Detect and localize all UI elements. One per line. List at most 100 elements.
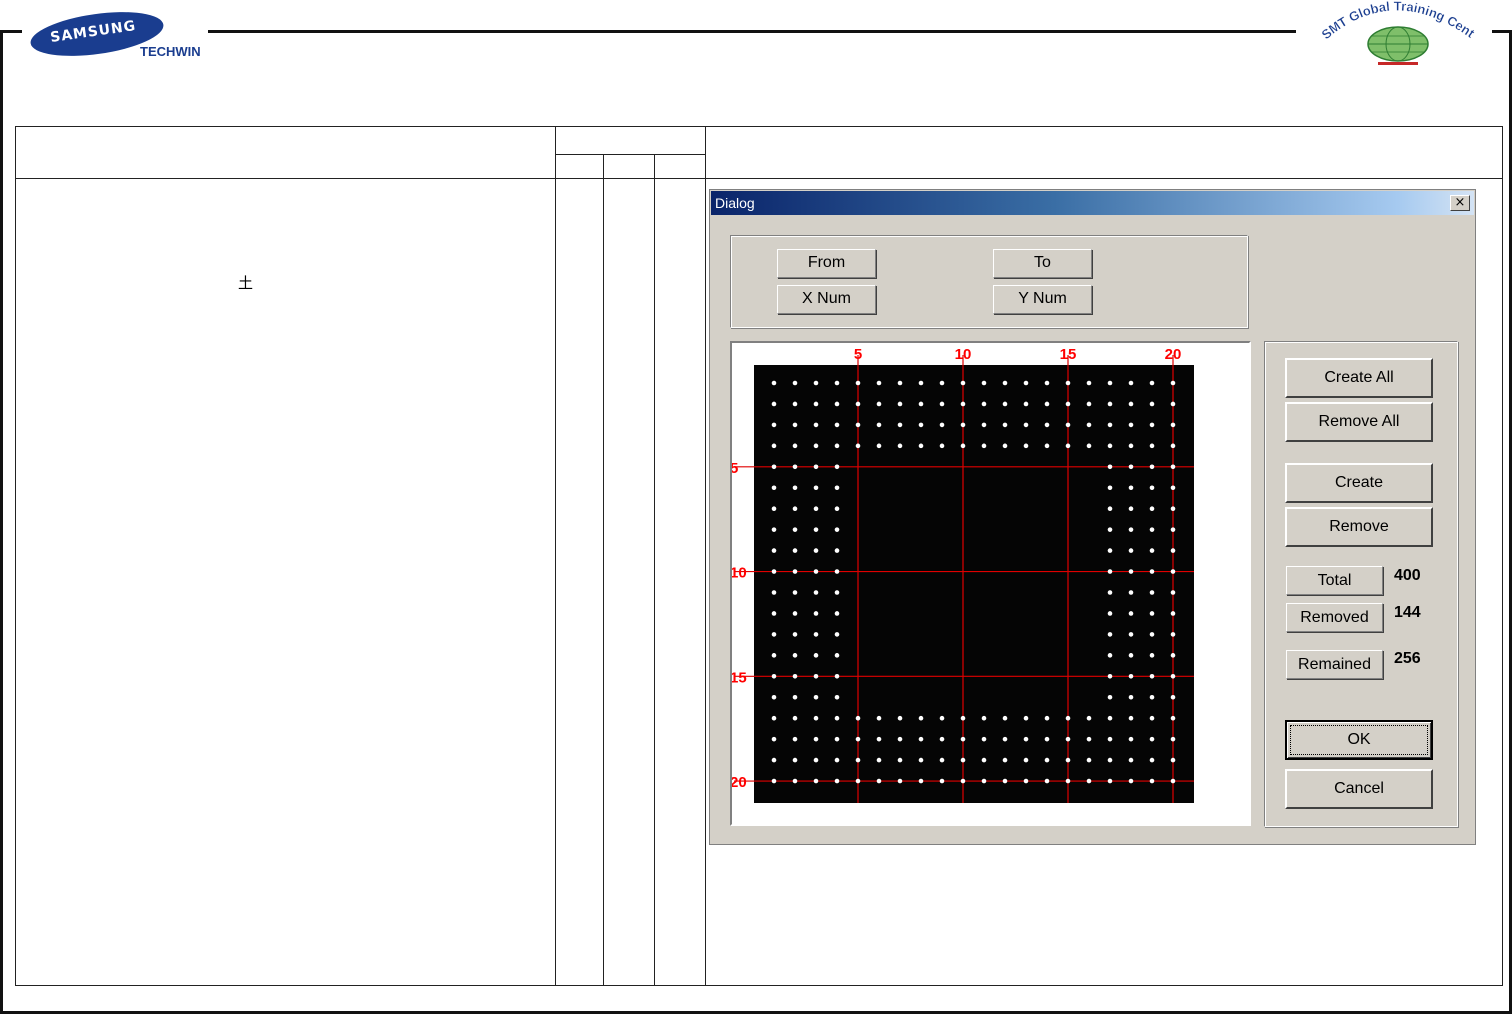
solder-ball — [939, 401, 945, 407]
solder-ball — [813, 778, 819, 784]
solder-ball — [918, 778, 924, 784]
solder-ball — [834, 590, 840, 595]
solder-ball — [771, 674, 777, 679]
solder-ball — [1065, 380, 1071, 386]
solder-ball — [1044, 401, 1050, 407]
solder-ball — [1086, 443, 1092, 449]
remained-label: Remained — [1286, 650, 1383, 679]
solder-ball — [771, 443, 777, 449]
solder-ball — [1107, 611, 1113, 616]
solder-ball — [876, 380, 882, 386]
to-label: To — [993, 249, 1092, 278]
solder-ball — [813, 611, 819, 616]
solder-ball — [960, 443, 966, 449]
solder-ball — [1170, 736, 1176, 742]
solder-ball — [876, 401, 882, 407]
solder-ball — [771, 653, 777, 658]
solder-ball — [813, 506, 819, 511]
solder-ball — [834, 778, 840, 784]
cancel-button[interactable]: Cancel — [1285, 769, 1433, 809]
solder-ball — [1023, 715, 1029, 721]
ball-grid-canvas[interactable]: 5 5 10 10 15 15 20 20 — [730, 341, 1251, 826]
solder-ball — [1065, 401, 1071, 407]
solder-ball — [1128, 548, 1134, 553]
solder-ball — [1128, 380, 1134, 386]
table-col-divider — [555, 126, 556, 985]
solder-ball — [1149, 422, 1155, 428]
solder-ball — [1107, 715, 1113, 721]
solder-ball — [792, 778, 798, 784]
table-header-divider — [15, 178, 1502, 179]
solder-ball — [1065, 422, 1071, 428]
solder-ball — [1128, 464, 1134, 470]
solder-ball — [1149, 715, 1155, 721]
solder-ball — [1086, 778, 1092, 784]
smt-training-center-logo: SMT Global Training Center — [1314, 0, 1478, 70]
solder-ball — [939, 778, 945, 784]
solder-ball — [834, 694, 840, 700]
solder-ball — [792, 611, 798, 616]
solder-ball — [792, 632, 798, 637]
solder-ball — [834, 485, 840, 491]
solder-ball — [1170, 443, 1176, 449]
solder-ball — [1149, 443, 1155, 449]
solder-ball — [1107, 527, 1113, 532]
solder-ball — [1023, 736, 1029, 742]
solder-ball — [1044, 778, 1050, 784]
solder-ball — [771, 569, 777, 574]
solder-ball — [876, 778, 882, 784]
solder-ball — [897, 422, 903, 428]
ball-grid-svg[interactable]: 5 5 10 10 15 15 20 20 — [732, 343, 1249, 824]
create-button[interactable]: Create — [1285, 463, 1433, 503]
solder-ball — [1170, 422, 1176, 428]
solder-ball — [792, 506, 798, 511]
ok-button[interactable]: OK — [1285, 720, 1433, 760]
solder-ball — [1002, 380, 1008, 386]
solder-ball — [1128, 485, 1134, 491]
solder-ball — [834, 757, 840, 763]
solder-ball — [834, 653, 840, 658]
solder-ball — [855, 401, 861, 407]
solder-ball — [834, 464, 840, 470]
solder-ball — [1170, 674, 1176, 679]
solder-ball — [792, 464, 798, 470]
solder-ball — [792, 548, 798, 553]
solder-ball — [771, 736, 777, 742]
remove-button[interactable]: Remove — [1285, 507, 1433, 547]
dialog-title: Dialog — [715, 195, 755, 211]
solder-ball — [1170, 778, 1176, 784]
solder-ball — [813, 443, 819, 449]
solder-ball — [1044, 422, 1050, 428]
remove-all-button[interactable]: Remove All — [1285, 402, 1433, 442]
solder-ball — [1170, 569, 1176, 574]
solder-ball — [1149, 674, 1155, 679]
solder-ball — [918, 736, 924, 742]
solder-ball — [981, 380, 987, 386]
solder-ball — [981, 778, 987, 784]
solder-ball — [1086, 422, 1092, 428]
solder-ball — [792, 380, 798, 386]
table-col-divider — [705, 126, 706, 985]
dialog-titlebar[interactable]: Dialog × — [711, 191, 1474, 215]
solder-ball — [834, 548, 840, 553]
solder-ball — [834, 380, 840, 386]
solder-ball — [813, 590, 819, 595]
solder-ball — [834, 527, 840, 532]
solder-ball — [771, 590, 777, 595]
solder-ball — [792, 653, 798, 658]
solder-ball — [1107, 569, 1113, 574]
solder-ball — [939, 380, 945, 386]
solder-ball — [1128, 778, 1134, 784]
solder-ball — [792, 757, 798, 763]
solder-ball — [1149, 632, 1155, 637]
solder-ball — [1002, 422, 1008, 428]
solder-ball — [834, 611, 840, 616]
solder-ball — [792, 485, 798, 491]
close-button[interactable]: × — [1450, 195, 1470, 211]
solder-ball — [834, 422, 840, 428]
create-all-button[interactable]: Create All — [1285, 358, 1433, 398]
solder-ball — [1023, 443, 1029, 449]
solder-ball — [813, 569, 819, 574]
solder-ball — [1149, 653, 1155, 658]
solder-ball — [1002, 736, 1008, 742]
